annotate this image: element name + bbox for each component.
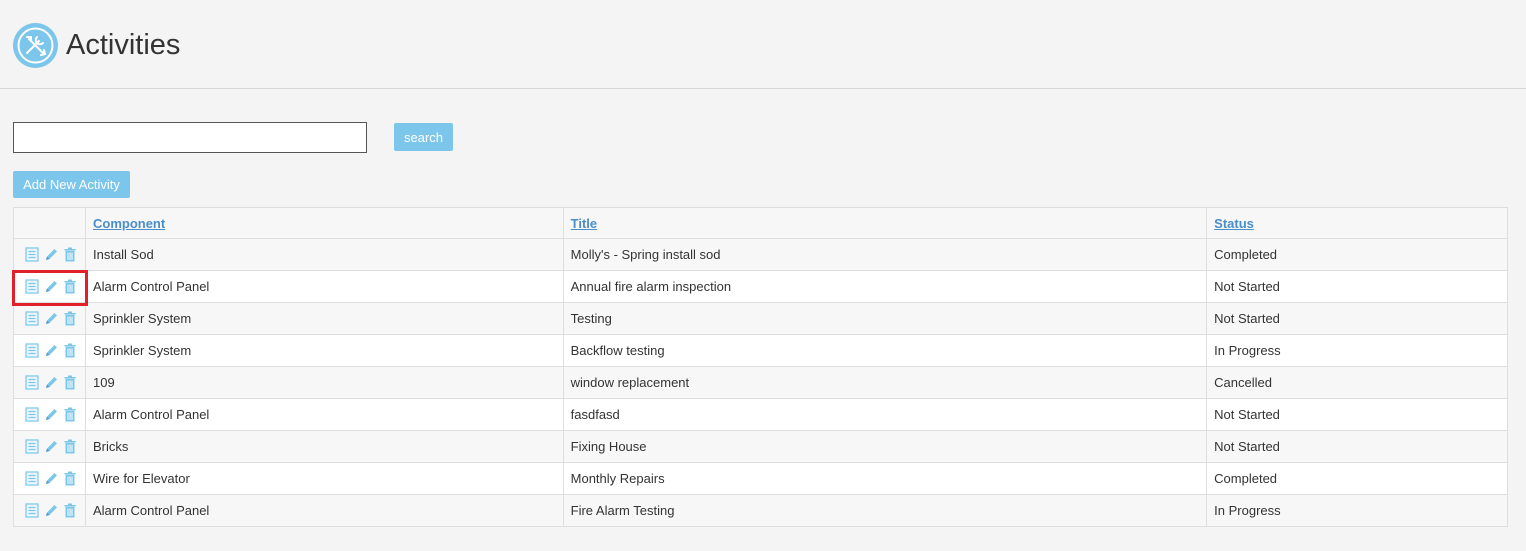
edit-pencil-icon[interactable] [44,279,58,294]
page-title: Activities [66,29,181,61]
row-component-cell: Alarm Control Panel [84,494,564,527]
table-row-3: Sprinkler System Testing Not Started [13,302,1508,335]
table-row-7: Bricks Fixing House Not Started [13,430,1508,463]
details-icon[interactable] [25,471,39,486]
row-component-cell: Install Sod [84,238,564,271]
row-actions-cell [13,430,86,463]
details-icon[interactable] [25,439,39,454]
row-component-cell: Wire for Elevator [84,462,564,495]
row-status-cell: Completed [1206,238,1508,271]
delete-trash-icon[interactable] [63,471,77,486]
row-component-cell: Alarm Control Panel [84,398,564,431]
edit-pencil-icon[interactable] [44,407,58,422]
row-actions-cell [13,398,86,431]
tools-icon [13,23,58,68]
edit-pencil-icon[interactable] [44,247,58,262]
sort-by-component-link[interactable]: Component [93,216,165,231]
table-header-row: Component Title Status [13,207,1508,239]
row-title-cell: Molly's - Spring install sod [562,238,1208,271]
table-row-2: Alarm Control Panel Annual fire alarm in… [13,270,1508,303]
table-row-8: Wire for Elevator Monthly Repairs Comple… [13,462,1508,495]
row-title-cell: fasdfasd [562,398,1208,431]
row-status-cell: Completed [1206,462,1508,495]
delete-trash-icon[interactable] [63,311,77,326]
delete-trash-icon[interactable] [63,407,77,422]
delete-trash-icon[interactable] [63,439,77,454]
row-actions-cell [13,366,86,399]
row-component-cell: Sprinkler System [84,334,564,367]
activities-page: Activities search Add New Activity Compo… [0,0,1526,551]
row-title-cell: window replacement [562,366,1208,399]
delete-trash-icon[interactable] [63,279,77,294]
details-icon[interactable] [25,375,39,390]
edit-pencil-icon[interactable] [44,471,58,486]
delete-trash-icon[interactable] [63,375,77,390]
edit-pencil-icon[interactable] [44,439,58,454]
row-actions-cell [13,302,86,335]
details-icon[interactable] [25,247,39,262]
row-status-cell: Not Started [1206,270,1508,303]
row-component-cell: 109 [84,366,564,399]
row-title-cell: Backflow testing [562,334,1208,367]
table-row-6: Alarm Control Panel fasdfasd Not Started [13,398,1508,431]
details-icon[interactable] [25,279,39,294]
row-status-cell: In Progress [1206,494,1508,527]
row-status-cell: Cancelled [1206,366,1508,399]
search-button[interactable]: search [394,123,453,151]
row-status-cell: Not Started [1206,302,1508,335]
row-title-cell: Fire Alarm Testing [562,494,1208,527]
search-input[interactable] [13,122,367,153]
details-icon[interactable] [25,407,39,422]
details-icon[interactable] [25,311,39,326]
edit-pencil-icon[interactable] [44,343,58,358]
edit-pencil-icon[interactable] [44,375,58,390]
delete-trash-icon[interactable] [63,503,77,518]
row-title-cell: Testing [562,302,1208,335]
sort-by-title-link[interactable]: Title [571,216,598,231]
row-status-cell: In Progress [1206,334,1508,367]
row-actions-cell [13,238,86,271]
row-title-cell: Monthly Repairs [562,462,1208,495]
edit-pencil-icon[interactable] [44,311,58,326]
title-column-header: Title [562,207,1208,239]
row-component-cell: Bricks [84,430,564,463]
table-row-9: Alarm Control Panel Fire Alarm Testing I… [13,494,1508,527]
component-column-header: Component [84,207,564,239]
table-row-1: Install Sod Molly's - Spring install sod… [13,238,1508,271]
row-actions-cell [13,462,86,495]
row-actions-cell [13,270,86,303]
table-row-5: 109 window replacement Cancelled [13,366,1508,399]
row-status-cell: Not Started [1206,398,1508,431]
row-title-cell: Fixing House [562,430,1208,463]
row-status-cell: Not Started [1206,430,1508,463]
edit-pencil-icon[interactable] [44,503,58,518]
status-column-header: Status [1206,207,1508,239]
table-row-4: Sprinkler System Backflow testing In Pro… [13,334,1508,367]
row-title-cell: Annual fire alarm inspection [562,270,1208,303]
details-icon[interactable] [25,343,39,358]
delete-trash-icon[interactable] [63,343,77,358]
page-header: Activities [0,0,1526,89]
activities-table: Component Title Status Install Sod Molly… [13,207,1508,527]
add-new-activity-button[interactable]: Add New Activity [13,171,130,198]
sort-by-status-link[interactable]: Status [1214,216,1254,231]
delete-trash-icon[interactable] [63,247,77,262]
row-actions-cell [13,494,86,527]
actions-column-header [13,207,86,239]
row-actions-cell [13,334,86,367]
row-component-cell: Alarm Control Panel [84,270,564,303]
row-component-cell: Sprinkler System [84,302,564,335]
details-icon[interactable] [25,503,39,518]
